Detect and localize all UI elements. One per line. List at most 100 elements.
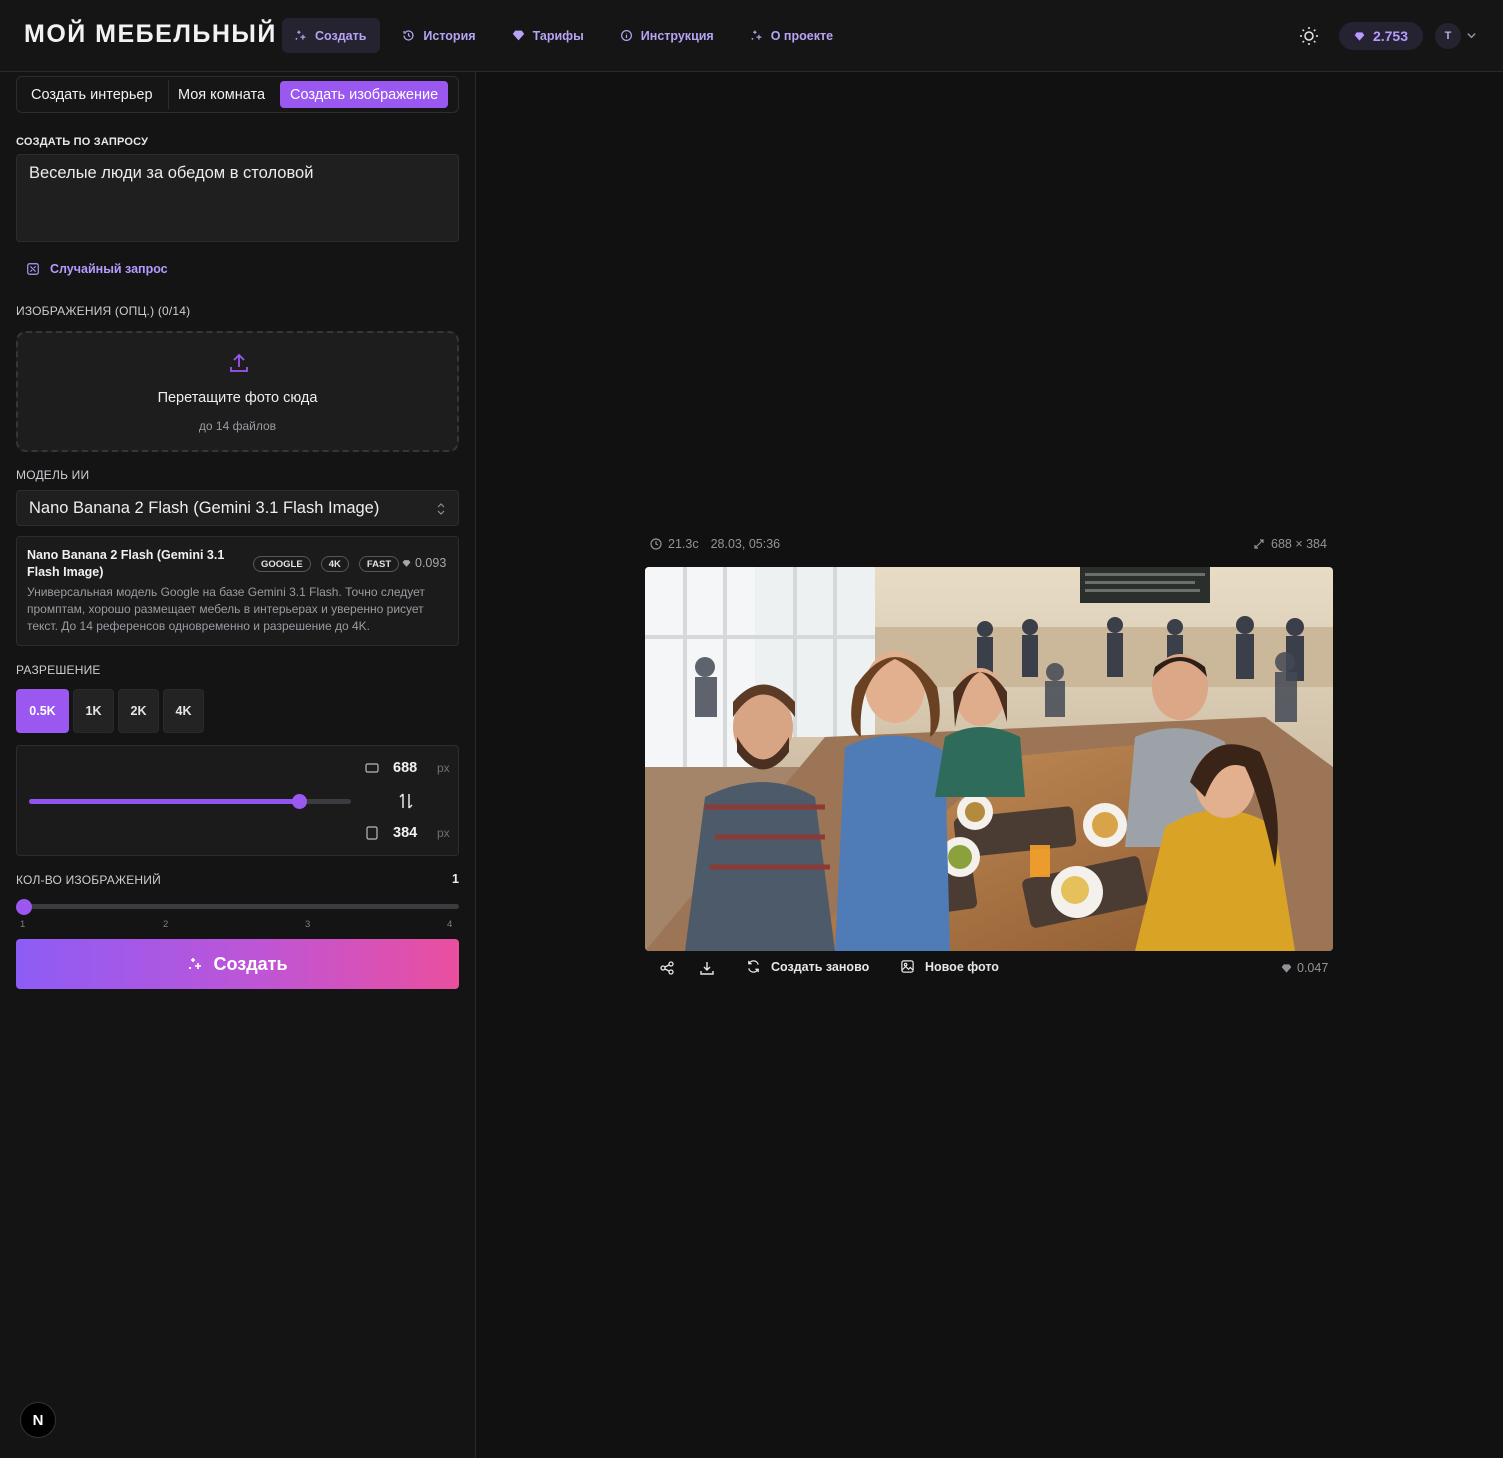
result-dimensions: 688 × 384: [1271, 537, 1327, 551]
sparkles-icon: [751, 30, 762, 40]
top-navbar: МОЙ МЕБЕЛЬНЫЙ Создать История Тарифы Инс…: [0, 0, 1503, 72]
model-info-card: Nano Banana 2 Flash (Gemini 3.1 Flash Im…: [16, 536, 459, 646]
model-label: МОДЕЛЬ ИИ: [16, 468, 90, 482]
nav-label: О проекте: [770, 28, 834, 43]
sun-icon[interactable]: [1298, 25, 1320, 47]
history-icon: [403, 30, 414, 41]
count-tick: 1: [20, 919, 26, 930]
count-value: 1: [452, 872, 459, 886]
mode-tabs: Создать интерьер Моя комната Создать изо…: [16, 76, 459, 113]
shuffle-icon: [27, 263, 39, 275]
aspect-slider[interactable]: [29, 794, 351, 809]
count-tick: 3: [305, 919, 311, 930]
badge-fast: FAST: [358, 556, 400, 572]
resolution-4k-button[interactable]: 4K: [163, 689, 204, 733]
sparkles-icon: [295, 30, 306, 40]
model-select[interactable]: Nano Banana 2 Flash (Gemini 3.1 Flash Im…: [16, 490, 459, 526]
nav-about[interactable]: О проекте: [738, 18, 847, 53]
download-icon[interactable]: [699, 960, 715, 976]
nav-label: История: [423, 28, 476, 43]
create-button[interactable]: Создать: [16, 939, 459, 989]
count-slider[interactable]: [18, 904, 459, 909]
result-cost: 0.047: [1281, 961, 1328, 975]
main-nav: Создать История Тарифы Инструкция О прое…: [282, 18, 857, 53]
height-row: 384 px: [365, 825, 450, 841]
generated-image[interactable]: [645, 567, 1333, 951]
dropzone-subtitle: до 14 файлов: [198, 419, 277, 433]
balance-value: 2.753: [1372, 28, 1409, 44]
badge-4k: 4K: [320, 556, 349, 572]
resolution-0-5k-button[interactable]: 0.5K: [16, 689, 69, 733]
random-prompt-label: Случайный запрос: [50, 262, 168, 276]
regenerate-label: Создать заново: [771, 959, 870, 974]
nav-pricing[interactable]: Тарифы: [500, 18, 598, 53]
model-price-value: 0.093: [415, 556, 447, 570]
new-photo-label: Новое фото: [925, 959, 999, 974]
aspect-slider-fill: [29, 799, 300, 804]
count-tick: 2: [163, 919, 169, 930]
width-value[interactable]: 688: [393, 760, 423, 776]
model-description: Универсальная модель Google на базе Gemi…: [27, 585, 425, 633]
size-controls: 688 px 384 px: [16, 745, 459, 856]
nav-create[interactable]: Создать: [282, 18, 381, 53]
create-button-label: Создать: [213, 953, 288, 974]
dev-tools-badge[interactable]: N: [20, 1402, 56, 1438]
balance-badge[interactable]: 2.753: [1339, 22, 1423, 50]
width-unit: px: [437, 761, 450, 775]
height-icon: [366, 826, 378, 840]
chevron-down-icon[interactable]: [1466, 30, 1477, 41]
share-icon[interactable]: [659, 960, 675, 976]
cafeteria-scene: [645, 567, 1333, 951]
tab-create-interior[interactable]: Создать интерьер: [31, 77, 153, 112]
result-meta-left: 21.3с 28.03, 05:36: [650, 537, 780, 551]
nav-label: Создать: [315, 28, 367, 43]
count-slider-thumb[interactable]: [16, 899, 32, 915]
sparkles-icon: [189, 958, 202, 969]
resolution-2k-button[interactable]: 2K: [118, 689, 159, 733]
new-photo-button[interactable]: Новое фото: [900, 959, 999, 974]
result-timestamp: 28.03, 05:36: [710, 537, 781, 551]
model-select-value: Nano Banana 2 Flash (Gemini 3.1 Flash Im…: [29, 498, 380, 517]
height-unit: px: [437, 826, 450, 840]
gem-icon: [512, 30, 524, 41]
avatar[interactable]: T: [1435, 23, 1461, 49]
tab-create-image[interactable]: Создать изображение: [280, 81, 449, 108]
height-value[interactable]: 384: [393, 825, 423, 841]
gem-icon: [402, 559, 411, 567]
swap-icon[interactable]: [398, 792, 414, 810]
resolution-1k-button[interactable]: 1K: [73, 689, 114, 733]
tab-my-room[interactable]: Моя комната: [178, 77, 265, 112]
generator-panel: Создать интерьер Моя комната Создать изо…: [0, 72, 476, 1458]
upload-icon: [230, 353, 248, 372]
prompt-label: СОЗДАТЬ ПО ЗАПРОСУ: [16, 136, 149, 148]
nav-label: Инструкция: [640, 28, 714, 43]
nav-history[interactable]: История: [390, 18, 489, 53]
gem-icon: [1281, 963, 1292, 973]
regenerate-button[interactable]: Создать заново: [746, 959, 869, 974]
resolution-label: РАЗРЕШЕНИЕ: [16, 663, 101, 677]
ruler-icon: [1254, 539, 1264, 549]
dropzone-title: Перетащите фото сюда: [157, 390, 318, 406]
refresh-icon: [748, 960, 759, 973]
random-prompt-button[interactable]: Случайный запрос: [26, 262, 168, 276]
result-cost-value: 0.047: [1297, 961, 1329, 975]
aspect-slider-thumb[interactable]: [292, 794, 308, 809]
info-icon: [620, 30, 632, 41]
tab-divider: [168, 80, 169, 109]
image-icon: [901, 960, 914, 973]
model-price: 0.093: [402, 556, 446, 570]
prompt-textarea[interactable]: Веселые люди за обедом в столовой: [16, 154, 459, 242]
resolution-options: 0.5K 1K 2K 4K: [16, 689, 204, 733]
chevron-updown-icon: [437, 503, 445, 515]
result-meta-right: 688 × 384: [1253, 537, 1327, 551]
gem-icon: [1354, 31, 1365, 41]
count-label: КОЛ-ВО ИЗОБРАЖЕНИЙ: [16, 873, 161, 887]
brand-logo[interactable]: МОЙ МЕБЕЛЬНЫЙ: [24, 20, 277, 49]
result-duration: 21.3с: [668, 537, 699, 551]
image-dropzone[interactable]: Перетащите фото сюда до 14 файлов: [16, 331, 459, 452]
badge-google: GOOGLE: [253, 556, 311, 572]
nav-instructions[interactable]: Инструкция: [608, 18, 728, 53]
nav-label: Тарифы: [532, 28, 584, 43]
model-badges: GOOGLE 4K FAST: [253, 556, 400, 572]
images-label: ИЗОБРАЖЕНИЯ (ОПЦ.) (0/14): [16, 304, 191, 318]
